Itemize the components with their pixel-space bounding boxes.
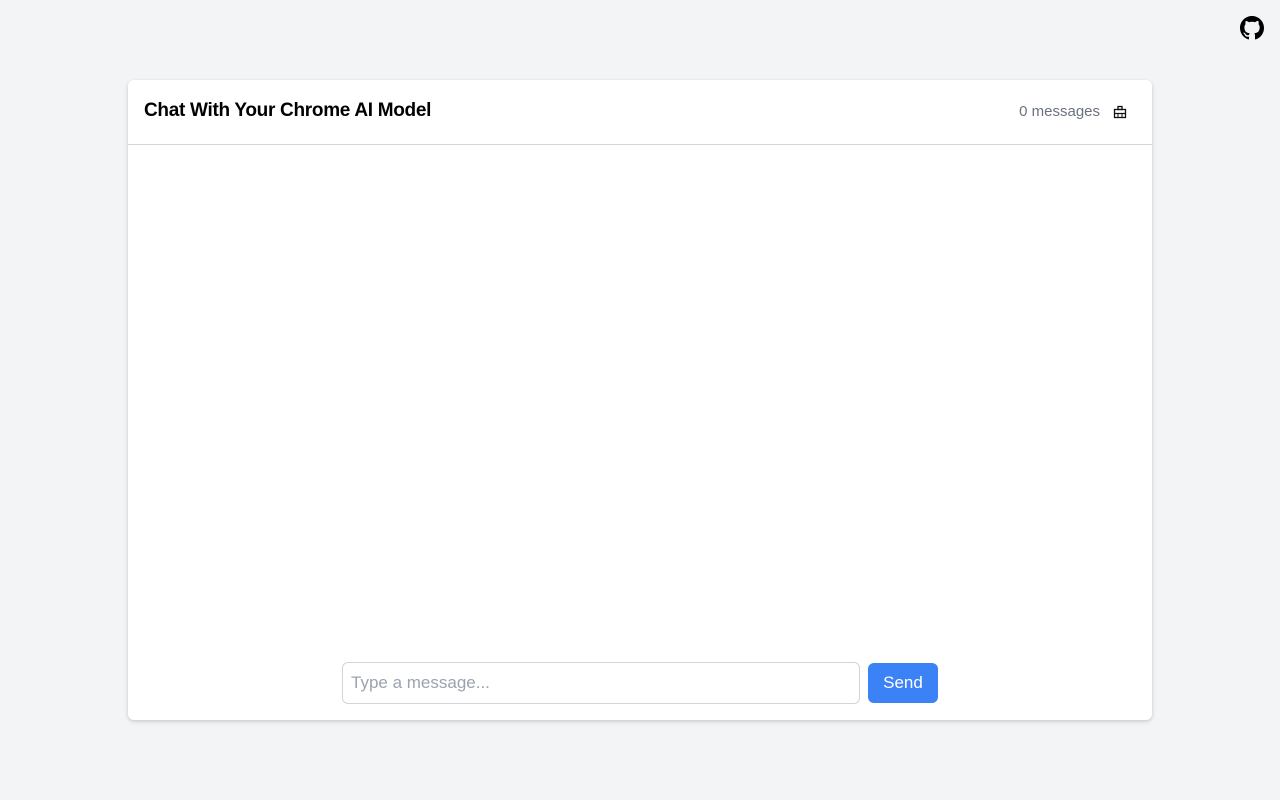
clear-chat-button[interactable] (1112, 102, 1128, 122)
message-count: 0 messages (1019, 103, 1100, 120)
chat-card: Chat With Your Chrome AI Model 0 message… (128, 80, 1152, 720)
message-input[interactable] (342, 662, 860, 704)
clear-chat-icon (1113, 105, 1127, 119)
page-title: Chat With Your Chrome AI Model (144, 100, 432, 121)
composer: Send (342, 662, 938, 704)
send-button[interactable]: Send (868, 663, 938, 703)
chat-header: Chat With Your Chrome AI Model 0 message… (128, 80, 1152, 145)
github-link[interactable] (1240, 16, 1264, 40)
messages-list[interactable] (128, 145, 1152, 650)
github-icon (1240, 16, 1264, 40)
